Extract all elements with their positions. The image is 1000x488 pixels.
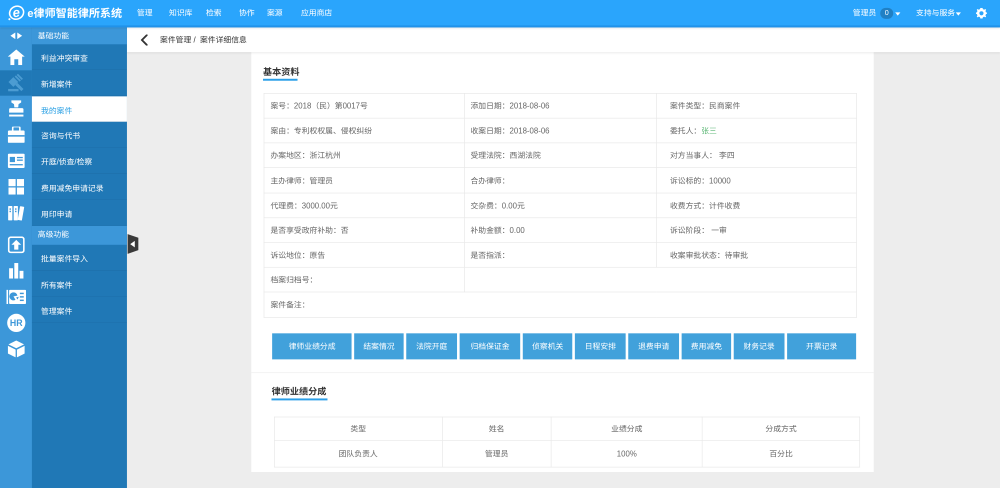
svg-text:HR: HR [10,318,23,328]
